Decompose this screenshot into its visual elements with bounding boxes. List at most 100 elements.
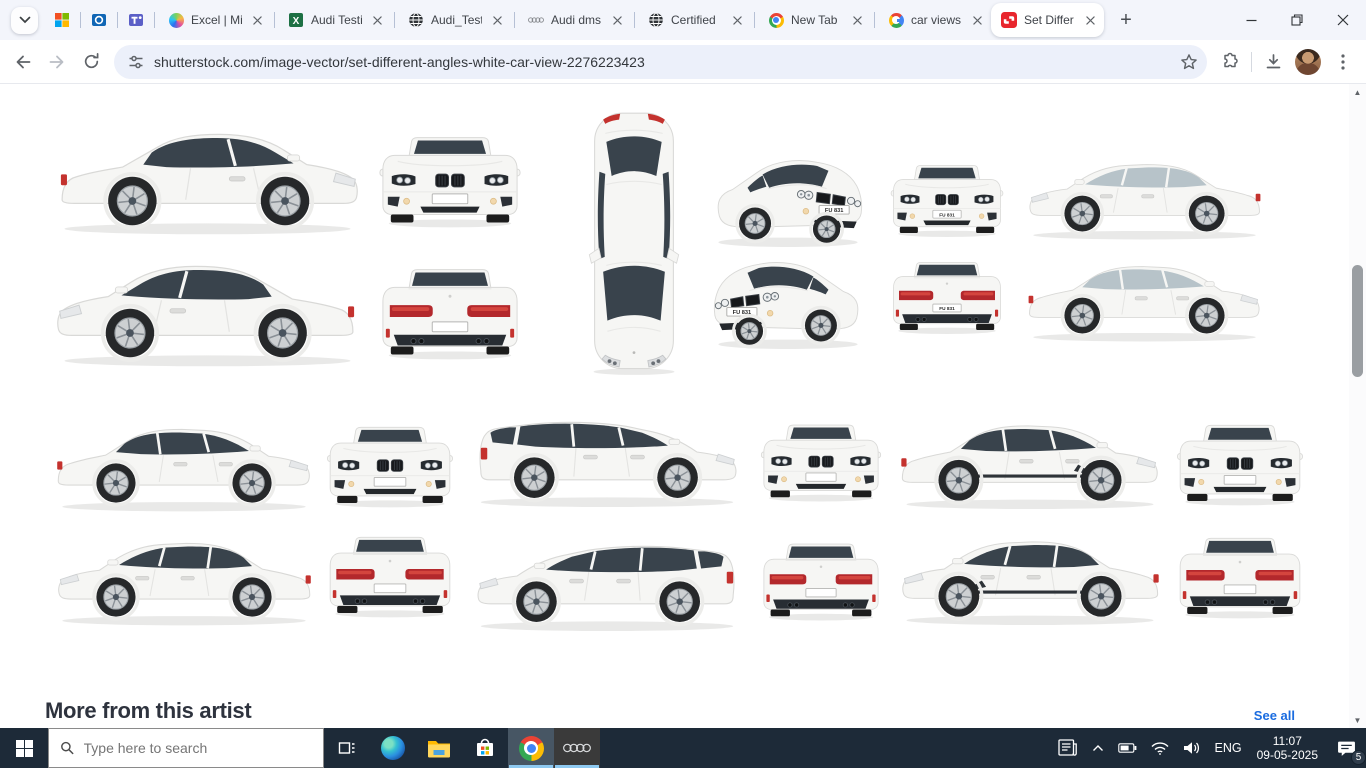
window-minimize-button[interactable] <box>1228 0 1274 40</box>
profile-avatar[interactable] <box>1295 49 1321 75</box>
window-close-button[interactable] <box>1320 0 1366 40</box>
window-restore-button[interactable] <box>1274 0 1320 40</box>
car-side-sedan-view-flipped <box>1022 146 1267 250</box>
pinned-tab-microsoft[interactable] <box>47 3 77 37</box>
tab-separator <box>154 12 155 28</box>
car-tq-view: FU 831 <box>708 146 868 252</box>
browser-tab-2[interactable]: XAudi Testi <box>278 3 391 37</box>
file-explorer-button[interactable] <box>416 728 462 768</box>
browser-tab-8-active[interactable]: Set Differ <box>991 3 1104 37</box>
globe-favicon <box>648 12 664 28</box>
back-arrow-icon <box>13 52 33 72</box>
tab-separator <box>274 12 275 28</box>
audi-app-button[interactable] <box>554 728 600 768</box>
close-icon <box>1337 14 1349 26</box>
tab-separator <box>514 12 515 28</box>
car-rear-view <box>1174 528 1306 626</box>
battery-icon <box>1118 743 1137 753</box>
tab-separator <box>117 12 118 28</box>
language-indicator[interactable]: ENG <box>1208 728 1249 768</box>
wifi-indicator[interactable] <box>1144 728 1176 768</box>
windows-logo-icon <box>16 740 33 757</box>
edge-button[interactable] <box>370 728 416 768</box>
tab-title: Excel | Mi <box>191 13 242 27</box>
download-icon <box>1264 52 1283 71</box>
tab-close-button[interactable] <box>1082 12 1098 28</box>
tab-separator <box>754 12 755 28</box>
downloads-button[interactable] <box>1256 45 1290 79</box>
scroll-down-arrow[interactable]: ▼ <box>1349 713 1366 727</box>
tab-separator <box>80 12 81 28</box>
url-text[interactable]: shutterstock.com/image-vector/set-differ… <box>154 54 1165 70</box>
windows-taskbar: ENG 11:07 09-05-2025 5 <box>0 728 1366 768</box>
kebab-icon <box>1341 54 1345 70</box>
scrollbar-thumb[interactable] <box>1352 265 1363 377</box>
car-tq-view-flipped: FU 831 <box>708 248 868 354</box>
pinned-tab-outlook[interactable] <box>84 3 114 37</box>
store-button[interactable] <box>462 728 508 768</box>
new-tab-button[interactable]: + <box>1112 6 1140 34</box>
pinned-tab-teams[interactable] <box>121 3 151 37</box>
scroll-up-arrow[interactable]: ▲ <box>1349 85 1366 99</box>
browser-tab-6[interactable]: New Tab <box>758 3 871 37</box>
show-hidden-icons-button[interactable] <box>1085 728 1111 768</box>
menu-kebab-button[interactable] <box>1326 45 1360 79</box>
tab-close-button[interactable] <box>849 12 865 28</box>
car-side-sedan-view <box>1022 248 1267 352</box>
tab-close-button[interactable] <box>249 12 265 28</box>
back-button[interactable] <box>6 45 40 79</box>
tab-close-button[interactable] <box>969 12 985 28</box>
tab-title: Set Differ <box>1024 13 1075 27</box>
start-button[interactable] <box>0 728 48 768</box>
clock-date: 09-05-2025 <box>1257 748 1318 762</box>
news-widget-button[interactable] <box>1051 728 1085 768</box>
restore-icon <box>1291 14 1303 26</box>
forward-button[interactable] <box>40 45 74 79</box>
browser-tab-3[interactable]: Audi_Test <box>398 3 511 37</box>
tab-close-button[interactable] <box>489 12 505 28</box>
volume-indicator[interactable] <box>1176 728 1208 768</box>
tab-close-button[interactable] <box>729 12 745 28</box>
browser-tab-strip: Excel | Mi XAudi TestiAudi_Test Audi dms Ce… <box>0 0 1366 40</box>
tabs: Excel | Mi XAudi TestiAudi_Test Audi dms Ce… <box>158 3 1104 37</box>
page-scrollbar[interactable]: ▲ ▼ <box>1349 84 1366 728</box>
tab-separator <box>634 12 635 28</box>
car-side-sedan-view-flipped <box>50 530 318 630</box>
reload-button[interactable] <box>74 45 108 79</box>
browser-tab-1[interactable]: Excel | Mi <box>158 3 271 37</box>
browser-tab-4[interactable]: Audi dms <box>518 3 631 37</box>
tab-separator <box>874 12 875 28</box>
tab-close-button[interactable] <box>369 12 385 28</box>
extensions-button[interactable] <box>1213 45 1247 79</box>
omnibox[interactable]: shutterstock.com/image-vector/set-differ… <box>114 45 1207 79</box>
car-top-view <box>578 110 690 376</box>
browser-toolbar: shutterstock.com/image-vector/set-differ… <box>0 40 1366 84</box>
tab-search-button[interactable] <box>11 7 38 34</box>
tab-separator <box>394 12 395 28</box>
notification-button[interactable]: 5 <box>1326 728 1366 768</box>
desktop-screen: Excel | Mi XAudi TestiAudi_Test Audi dms Ce… <box>0 0 1366 768</box>
browser-tab-7[interactable]: car views <box>878 3 991 37</box>
battery-indicator[interactable] <box>1111 728 1144 768</box>
tab-title: Audi dms <box>551 13 602 27</box>
car-rear-view <box>758 528 884 634</box>
see-all-link[interactable]: See all <box>1254 708 1295 723</box>
star-icon <box>1180 53 1198 71</box>
car-side-hatch-view <box>468 408 746 512</box>
file-explorer-icon <box>427 738 451 758</box>
task-view-button[interactable] <box>324 728 370 768</box>
tab-title: Certified <box>671 13 722 27</box>
taskbar-search-input[interactable] <box>84 740 313 756</box>
taskbar-clock[interactable]: 11:07 09-05-2025 <box>1249 728 1326 768</box>
shutterstock-favicon <box>1001 12 1017 28</box>
svg-text:X: X <box>293 16 300 27</box>
svg-text:FU 831: FU 831 <box>825 208 843 214</box>
tab-close-button[interactable] <box>609 12 625 28</box>
car-rear-view <box>376 260 524 366</box>
bookmark-star-button[interactable] <box>1175 48 1203 76</box>
taskbar-search[interactable] <box>48 728 324 768</box>
chrome-button[interactable] <box>508 728 554 768</box>
shutterstock-image-preview[interactable]: FU 831FU 831FU 831FU 831 <box>0 84 1366 728</box>
browser-tab-5[interactable]: Certified <box>638 3 751 37</box>
car-front-view <box>376 128 524 234</box>
